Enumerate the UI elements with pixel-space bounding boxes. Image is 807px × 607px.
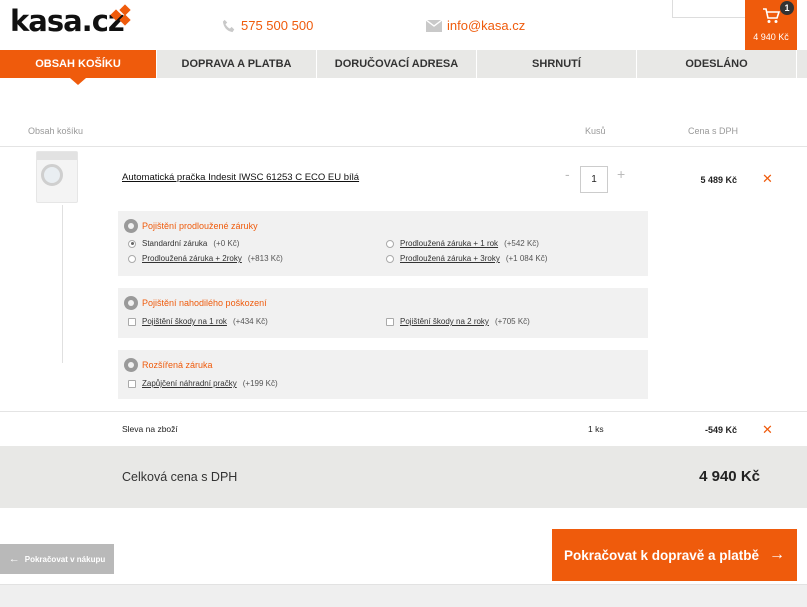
checkbox[interactable] bbox=[386, 317, 394, 326]
col-header-price: Cena s DPH bbox=[688, 126, 739, 136]
qty-decrease-button[interactable]: - bbox=[565, 166, 570, 182]
qty-input[interactable]: 1 bbox=[580, 166, 608, 193]
divider bbox=[62, 205, 63, 363]
divider bbox=[0, 146, 807, 147]
cart-icon bbox=[763, 8, 780, 23]
extended-options-box: Rozšířená záruka Zapůjčení náhradní prač… bbox=[118, 350, 648, 399]
divider bbox=[0, 411, 807, 412]
remove-discount-icon[interactable]: ✕ bbox=[762, 422, 773, 438]
radio-button[interactable] bbox=[128, 254, 136, 263]
continue-to-shipping-button[interactable]: Pokračovat k dopravě a platbě → bbox=[552, 529, 797, 581]
checkbox[interactable] bbox=[128, 317, 136, 326]
warranty-option-3years[interactable]: Prodloužená záruka + 3roky (+1 084 Kč) bbox=[386, 254, 547, 263]
extended-option-replacement[interactable]: Zapůjčení náhradní pračky (+199 Kč) bbox=[128, 379, 278, 388]
phone-contact[interactable]: 575 500 500 bbox=[222, 18, 313, 33]
total-label: Celková cena s DPH bbox=[122, 470, 238, 484]
cart-button[interactable]: 1 4 940 Kč bbox=[745, 0, 797, 50]
mail-icon bbox=[426, 19, 442, 32]
discount-qty: 1 ks bbox=[588, 424, 604, 434]
col-header-qty: Kusů bbox=[585, 126, 606, 136]
step-cart-contents[interactable]: OBSAH KOŠÍKU bbox=[0, 50, 157, 85]
product-name-link[interactable]: Automatická pračka Indesit IWSC 61253 C … bbox=[122, 172, 359, 183]
accident-option-2years[interactable]: Pojištění škody na 2 roky (+705 Kč) bbox=[386, 317, 530, 326]
remove-product-icon[interactable]: ✕ bbox=[762, 171, 773, 187]
accident-options-box: Pojištění nahodilého poškození Pojištění… bbox=[118, 288, 648, 338]
washer-door-icon bbox=[41, 164, 63, 186]
accident-title: Pojištění nahodilého poškození bbox=[124, 296, 267, 310]
checkbox[interactable] bbox=[128, 379, 136, 388]
logo[interactable]: kasa.cz bbox=[10, 4, 125, 38]
step-summary[interactable]: SHRNUTÍ bbox=[477, 50, 637, 78]
step-shipping-payment[interactable]: DOPRAVA A PLATBA bbox=[157, 50, 317, 78]
phone-icon bbox=[222, 19, 235, 32]
email-address: info@kasa.cz bbox=[447, 18, 526, 33]
warranty-badge-icon bbox=[124, 219, 138, 233]
total-bar: Celková cena s DPH 4 940 Kč bbox=[0, 446, 807, 508]
radio-button[interactable] bbox=[386, 239, 394, 248]
step-sent[interactable]: ODESLÁNO bbox=[637, 50, 797, 78]
accident-badge-icon bbox=[124, 296, 138, 310]
phone-number: 575 500 500 bbox=[241, 18, 314, 33]
continue-shopping-button[interactable]: ← Pokračovat v nákupu bbox=[0, 544, 114, 574]
radio-button[interactable] bbox=[128, 239, 136, 248]
discount-name: Sleva na zboží bbox=[122, 424, 178, 434]
arrow-right-icon: → bbox=[769, 546, 786, 563]
cart-total: 4 940 Kč bbox=[753, 32, 789, 42]
qty-increase-button[interactable]: + bbox=[617, 166, 625, 182]
warranty-option-standard[interactable]: Standardní záruka (+0 Kč) bbox=[128, 239, 239, 248]
discount-price: -549 Kč bbox=[704, 425, 737, 435]
extended-title: Rozšířená záruka bbox=[124, 358, 213, 372]
warranty-option-1year[interactable]: Prodloužená záruka + 1 rok (+542 Kč) bbox=[386, 239, 539, 248]
search-input[interactable] bbox=[672, 0, 746, 18]
warranty-options-box: Pojištění prodloužené záruky Standardní … bbox=[118, 211, 648, 276]
header: kasa.cz 575 500 500 info@kasa.cz 1 4 940… bbox=[0, 0, 807, 50]
warranty-title: Pojištění prodloužené záruky bbox=[124, 219, 258, 233]
email-contact[interactable]: info@kasa.cz bbox=[426, 18, 525, 33]
total-value: 4 940 Kč bbox=[699, 468, 760, 485]
col-header-content: Obsah košíku bbox=[28, 126, 84, 136]
footer-strip bbox=[0, 584, 807, 607]
cart-count-badge: 1 bbox=[780, 1, 794, 15]
warranty-option-2years[interactable]: Prodloužená záruka + 2roky (+813 Kč) bbox=[128, 254, 283, 263]
logo-mark-icon bbox=[110, 4, 131, 26]
extended-badge-icon bbox=[124, 358, 138, 372]
product-price: 5 489 Kč bbox=[700, 175, 737, 185]
arrow-left-icon: ← bbox=[8, 553, 20, 565]
step-delivery-address[interactable]: DORUČOVACÍ ADRESA bbox=[317, 50, 477, 78]
radio-button[interactable] bbox=[386, 254, 394, 263]
checkout-steps: OBSAH KOŠÍKU DOPRAVA A PLATBA DORUČOVACÍ… bbox=[0, 50, 807, 85]
accident-option-1year[interactable]: Pojištění škody na 1 rok (+434 Kč) bbox=[128, 317, 268, 326]
product-image[interactable] bbox=[36, 151, 78, 203]
